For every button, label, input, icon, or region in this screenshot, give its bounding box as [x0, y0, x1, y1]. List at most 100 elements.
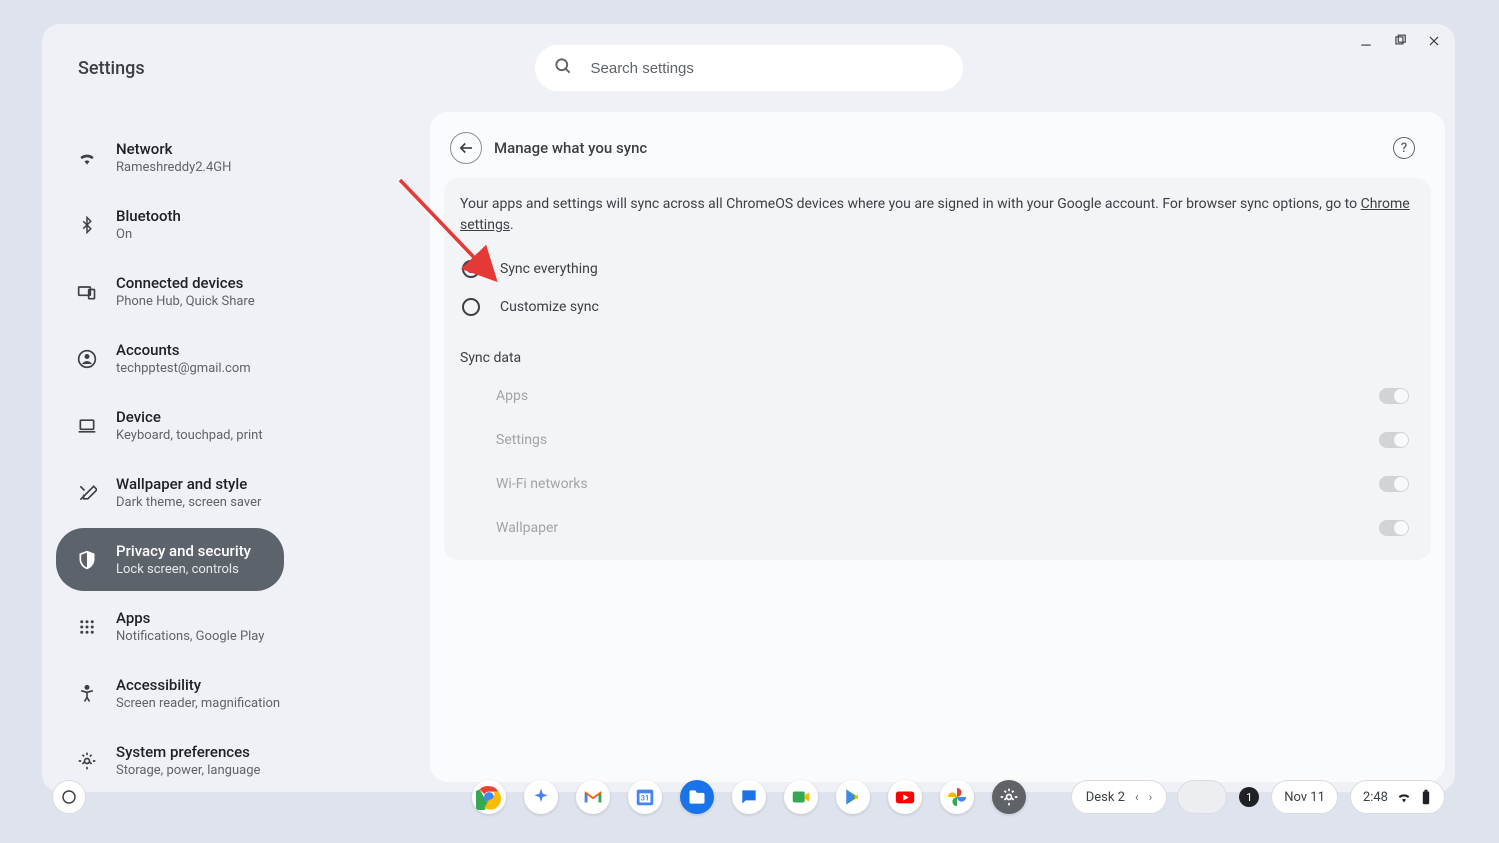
wifi-icon [76, 147, 98, 169]
accessibility-icon [76, 683, 98, 705]
play-store-icon[interactable] [836, 780, 870, 814]
toggle-switch[interactable] [1379, 476, 1409, 492]
sidebar-item-label: Privacy and security [116, 542, 251, 560]
account-icon [76, 348, 98, 370]
desc-suffix: . [510, 217, 514, 233]
wifi-status-icon [1396, 789, 1412, 805]
toggle-switch[interactable] [1379, 388, 1409, 404]
sidebar-item-sublabel: Rameshreddy2.4GH [116, 160, 231, 175]
devices-icon [76, 281, 98, 303]
page-title: Settings [78, 58, 145, 79]
panel-header: Manage what you sync ? [444, 126, 1431, 178]
files-icon[interactable] [680, 780, 714, 814]
meet-icon[interactable] [784, 780, 818, 814]
search-field[interactable] [535, 45, 963, 91]
toggle-switch[interactable] [1379, 520, 1409, 536]
chrome-icon[interactable] [472, 780, 506, 814]
notification-badge[interactable]: 1 [1239, 787, 1259, 807]
time-text: 2:48 [1363, 790, 1388, 805]
toggle-row-wifi: Wi-Fi networks [460, 462, 1415, 506]
shelf: Desk 2 ‹ › 31 [42, 775, 1455, 819]
sidebar-item-sublabel: techpptest@gmail.com [116, 361, 251, 376]
settings-window: Settings Network Rameshreddy2.4GH [42, 24, 1455, 792]
sidebar-item-sublabel: Notifications, Google Play [116, 629, 264, 644]
back-button[interactable] [450, 132, 482, 164]
messages-icon[interactable] [732, 780, 766, 814]
svg-text:31: 31 [640, 794, 648, 803]
sidebar-item-label: Bluetooth [116, 207, 181, 225]
sidebar-item-connected-devices[interactable]: Connected devices Phone Hub, Quick Share [56, 260, 430, 323]
desk-label: Desk 2 [1086, 790, 1125, 805]
sync-card: Your apps and settings will sync across … [444, 178, 1431, 560]
radio-icon-unchecked [462, 298, 480, 316]
bluetooth-icon [76, 214, 98, 236]
desc-text: Your apps and settings will sync across … [460, 196, 1361, 212]
sidebar-item-apps[interactable]: Apps Notifications, Google Play [56, 595, 430, 658]
help-icon[interactable]: ? [1393, 137, 1415, 159]
sidebar-item-privacy-security[interactable]: Privacy and security Lock screen, contro… [56, 528, 284, 591]
sidebar-item-label: Network [116, 140, 231, 158]
section-title: Sync data [460, 326, 1415, 374]
radio-sync-everything[interactable]: Sync everything [460, 250, 1415, 288]
toggle-row-settings: Settings [460, 418, 1415, 462]
shield-icon [76, 549, 98, 571]
toggle-label: Wi-Fi networks [496, 476, 588, 492]
laptop-icon [76, 415, 98, 437]
sidebar-item-accessibility[interactable]: Accessibility Screen reader, magnificati… [56, 662, 430, 725]
sync-description: Your apps and settings will sync across … [460, 194, 1415, 250]
sidebar-item-label: Accounts [116, 341, 251, 359]
toggle-row-wallpaper: Wallpaper [460, 506, 1415, 550]
date-pill[interactable]: Nov 11 [1271, 780, 1338, 814]
sidebar-item-label: Device [116, 408, 263, 426]
youtube-icon[interactable] [888, 780, 922, 814]
photos-icon[interactable] [940, 780, 974, 814]
radio-customize-sync[interactable]: Customize sync [460, 288, 1415, 326]
apps-grid-icon [76, 616, 98, 638]
calendar-icon[interactable]: 31 [628, 780, 662, 814]
palette-icon [76, 482, 98, 504]
toggle-row-apps: Apps [460, 374, 1415, 418]
desk-switcher[interactable]: Desk 2 ‹ › [1071, 780, 1167, 814]
radio-icon-checked [462, 260, 480, 278]
toggle-label: Wallpaper [496, 520, 558, 536]
date-text: Nov 11 [1284, 790, 1325, 805]
status-tray[interactable]: 2:48 [1350, 780, 1445, 814]
top-bar: Settings [42, 24, 1455, 112]
sidebar-item-label: Wallpaper and style [116, 475, 261, 493]
sidebar-item-sublabel: Keyboard, touchpad, print [116, 428, 263, 443]
sidebar-item-sublabel: Dark theme, screen saver [116, 495, 261, 510]
sidebar-item-label: Accessibility [116, 676, 280, 694]
shelf-apps: 31 [472, 780, 1026, 814]
sidebar-item-wallpaper-style[interactable]: Wallpaper and style Dark theme, screen s… [56, 461, 430, 524]
settings-app-icon[interactable] [992, 780, 1026, 814]
panel-title: Manage what you sync [494, 139, 647, 157]
sidebar-item-label: System preferences [116, 743, 260, 761]
radio-label: Customize sync [500, 299, 599, 315]
sidebar-item-sublabel: Screen reader, magnification [116, 696, 280, 711]
sidebar-item-bluetooth[interactable]: Bluetooth On [56, 193, 430, 256]
radio-label: Sync everything [500, 261, 598, 277]
chevron-left-icon[interactable]: ‹ [1135, 790, 1139, 804]
battery-status-icon [1420, 789, 1432, 805]
sidebar-item-sublabel: Phone Hub, Quick Share [116, 294, 255, 309]
sidebar-item-sublabel: On [116, 227, 181, 242]
launcher-button[interactable] [52, 780, 86, 814]
gear-icon [76, 750, 98, 772]
toggle-label: Apps [496, 388, 528, 404]
ime-indicator[interactable] [1177, 780, 1227, 814]
sidebar-item-network[interactable]: Network Rameshreddy2.4GH [56, 126, 430, 189]
shelf-status: 1 Nov 11 2:48 [1177, 780, 1445, 814]
search-input[interactable] [591, 60, 945, 77]
sidebar-item-sublabel: Lock screen, controls [116, 562, 251, 577]
sidebar-item-device[interactable]: Device Keyboard, touchpad, print [56, 394, 430, 457]
sidebar-item-label: Apps [116, 609, 264, 627]
sidebar-item-label: Connected devices [116, 274, 255, 292]
toggle-label: Settings [496, 432, 547, 448]
sidebar: Network Rameshreddy2.4GH Bluetooth On [56, 112, 430, 782]
sparkle-icon[interactable] [524, 780, 558, 814]
toggle-switch[interactable] [1379, 432, 1409, 448]
chevron-right-icon[interactable]: › [1149, 790, 1153, 804]
main-panel: Manage what you sync ? Your apps and set… [430, 112, 1445, 782]
gmail-icon[interactable] [576, 780, 610, 814]
sidebar-item-accounts[interactable]: Accounts techpptest@gmail.com [56, 327, 430, 390]
